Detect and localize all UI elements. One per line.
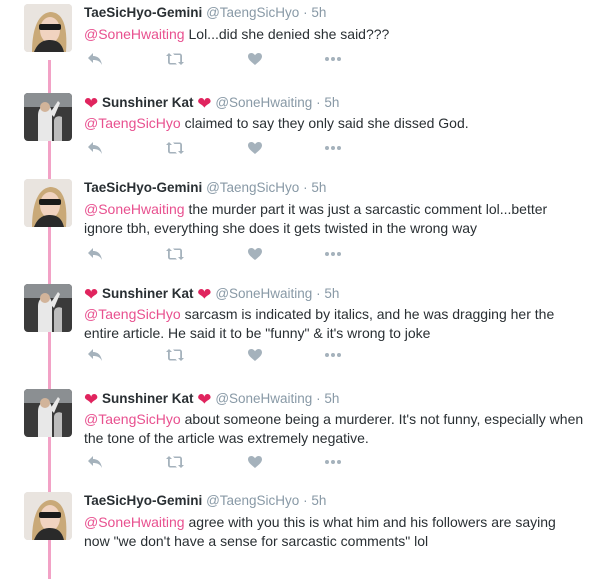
more-icon[interactable] [322,348,344,366]
heart-icon[interactable] [244,348,266,366]
mention-link[interactable]: @SoneHwaiting [84,201,185,217]
conversation-thread: TaeSicHyo-Gemini @TaengSicHyo · 5h @Sone… [0,0,609,579]
heart-icon[interactable] [244,247,266,265]
reply-icon[interactable] [84,455,106,473]
retweet-icon[interactable] [164,141,186,159]
mention-link[interactable]: @TaengSicHyo [84,115,181,131]
retweet-icon[interactable] [164,247,186,265]
tweet-body: Lol...did she denied she said??? [184,26,390,42]
tweet-header: ❤ Sunshiner Kat ❤ @SoneHwaiting · 5h [84,94,339,114]
user-handle[interactable]: @SoneHwaiting [215,391,312,406]
tweet-actions [84,455,384,473]
reply-icon[interactable] [84,141,106,159]
display-name[interactable]: Sunshiner Kat [102,95,194,110]
heart-icon[interactable] [244,141,266,159]
tweet-text: @SoneHwaiting Lol...did she denied she s… [84,25,584,44]
display-name[interactable]: Sunshiner Kat [102,391,194,406]
tweet-text: @TaengSicHyo claimed to say they only sa… [84,114,584,133]
heart-emoji-right: ❤ [197,94,212,113]
display-name[interactable]: TaeSicHyo-Gemini [84,5,202,20]
tweet-header: ❤ Sunshiner Kat ❤ @SoneHwaiting · 5h [84,285,339,305]
tweet-actions [84,52,384,70]
reply-icon[interactable] [84,247,106,265]
tweet-text: @SoneHwaiting the murder part it was jus… [84,200,584,238]
heart-emoji-right: ❤ [197,390,212,409]
user-handle[interactable]: @SoneHwaiting [215,286,312,301]
separator-dot: · [316,95,321,110]
timestamp[interactable]: 5h [324,391,339,406]
more-icon[interactable] [322,52,344,70]
tweet-actions [84,247,384,265]
more-icon[interactable] [322,455,344,473]
avatar[interactable] [24,4,72,52]
separator-dot: · [316,286,321,301]
heart-emoji-left: ❤ [84,390,99,409]
tweet-header: TaeSicHyo-Gemini @TaengSicHyo · 5h [84,493,326,508]
timestamp[interactable]: 5h [324,95,339,110]
reply-icon[interactable] [84,348,106,366]
timestamp[interactable]: 5h [324,286,339,301]
heart-icon[interactable] [244,52,266,70]
mention-link[interactable]: @TaengSicHyo [84,306,181,322]
separator-dot: · [316,391,321,406]
user-handle[interactable]: @TaengSicHyo [206,5,299,20]
mention-link[interactable]: @SoneHwaiting [84,514,185,530]
heart-emoji-left: ❤ [84,94,99,113]
mention-link[interactable]: @TaengSicHyo [84,411,181,427]
heart-emoji-right: ❤ [197,285,212,304]
heart-emoji-left: ❤ [84,285,99,304]
avatar[interactable] [24,93,72,141]
reply-icon[interactable] [84,52,106,70]
avatar[interactable] [24,492,72,540]
separator-dot: · [303,180,308,195]
tweet-header: ❤ Sunshiner Kat ❤ @SoneHwaiting · 5h [84,390,339,410]
more-icon[interactable] [322,141,344,159]
user-handle[interactable]: @TaengSicHyo [206,493,299,508]
avatar[interactable] [24,284,72,332]
retweet-icon[interactable] [164,52,186,70]
tweet-text: @TaengSicHyo sarcasm is indicated by ita… [84,305,584,343]
tweet-header: TaeSicHyo-Gemini @TaengSicHyo · 5h [84,180,326,195]
mention-link[interactable]: @SoneHwaiting [84,26,185,42]
avatar[interactable] [24,389,72,437]
tweet-body: claimed to say they only said she dissed… [180,115,469,131]
separator-dot: · [303,493,308,508]
avatar[interactable] [24,179,72,227]
tweet-text: @TaengSicHyo about someone being a murde… [84,410,584,448]
timestamp[interactable]: 5h [311,5,326,20]
tweet-text: @SoneHwaiting agree with you this is wha… [84,513,584,551]
retweet-icon[interactable] [164,455,186,473]
display-name[interactable]: TaeSicHyo-Gemini [84,180,202,195]
display-name[interactable]: TaeSicHyo-Gemini [84,493,202,508]
more-icon[interactable] [322,247,344,265]
tweet-actions [84,141,384,159]
tweet-actions [84,348,384,366]
tweet-header: TaeSicHyo-Gemini @TaengSicHyo · 5h [84,5,326,20]
display-name[interactable]: Sunshiner Kat [102,286,194,301]
timestamp[interactable]: 5h [311,493,326,508]
separator-dot: · [303,5,308,20]
heart-icon[interactable] [244,455,266,473]
retweet-icon[interactable] [164,348,186,366]
user-handle[interactable]: @SoneHwaiting [215,95,312,110]
timestamp[interactable]: 5h [311,180,326,195]
user-handle[interactable]: @TaengSicHyo [206,180,299,195]
